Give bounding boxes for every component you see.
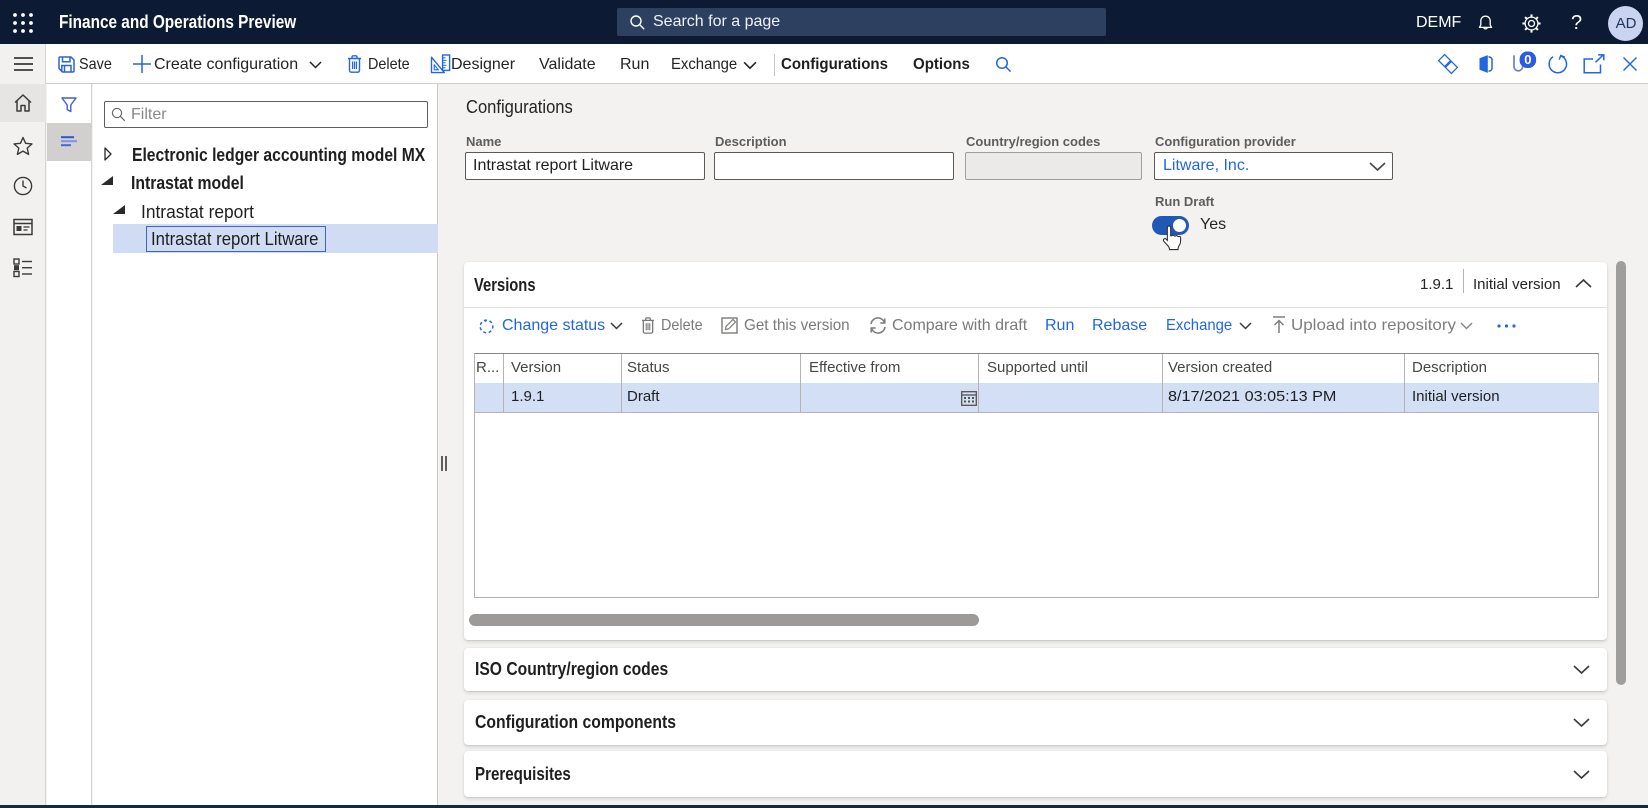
svg-text:0: 0 [1524, 52, 1531, 67]
